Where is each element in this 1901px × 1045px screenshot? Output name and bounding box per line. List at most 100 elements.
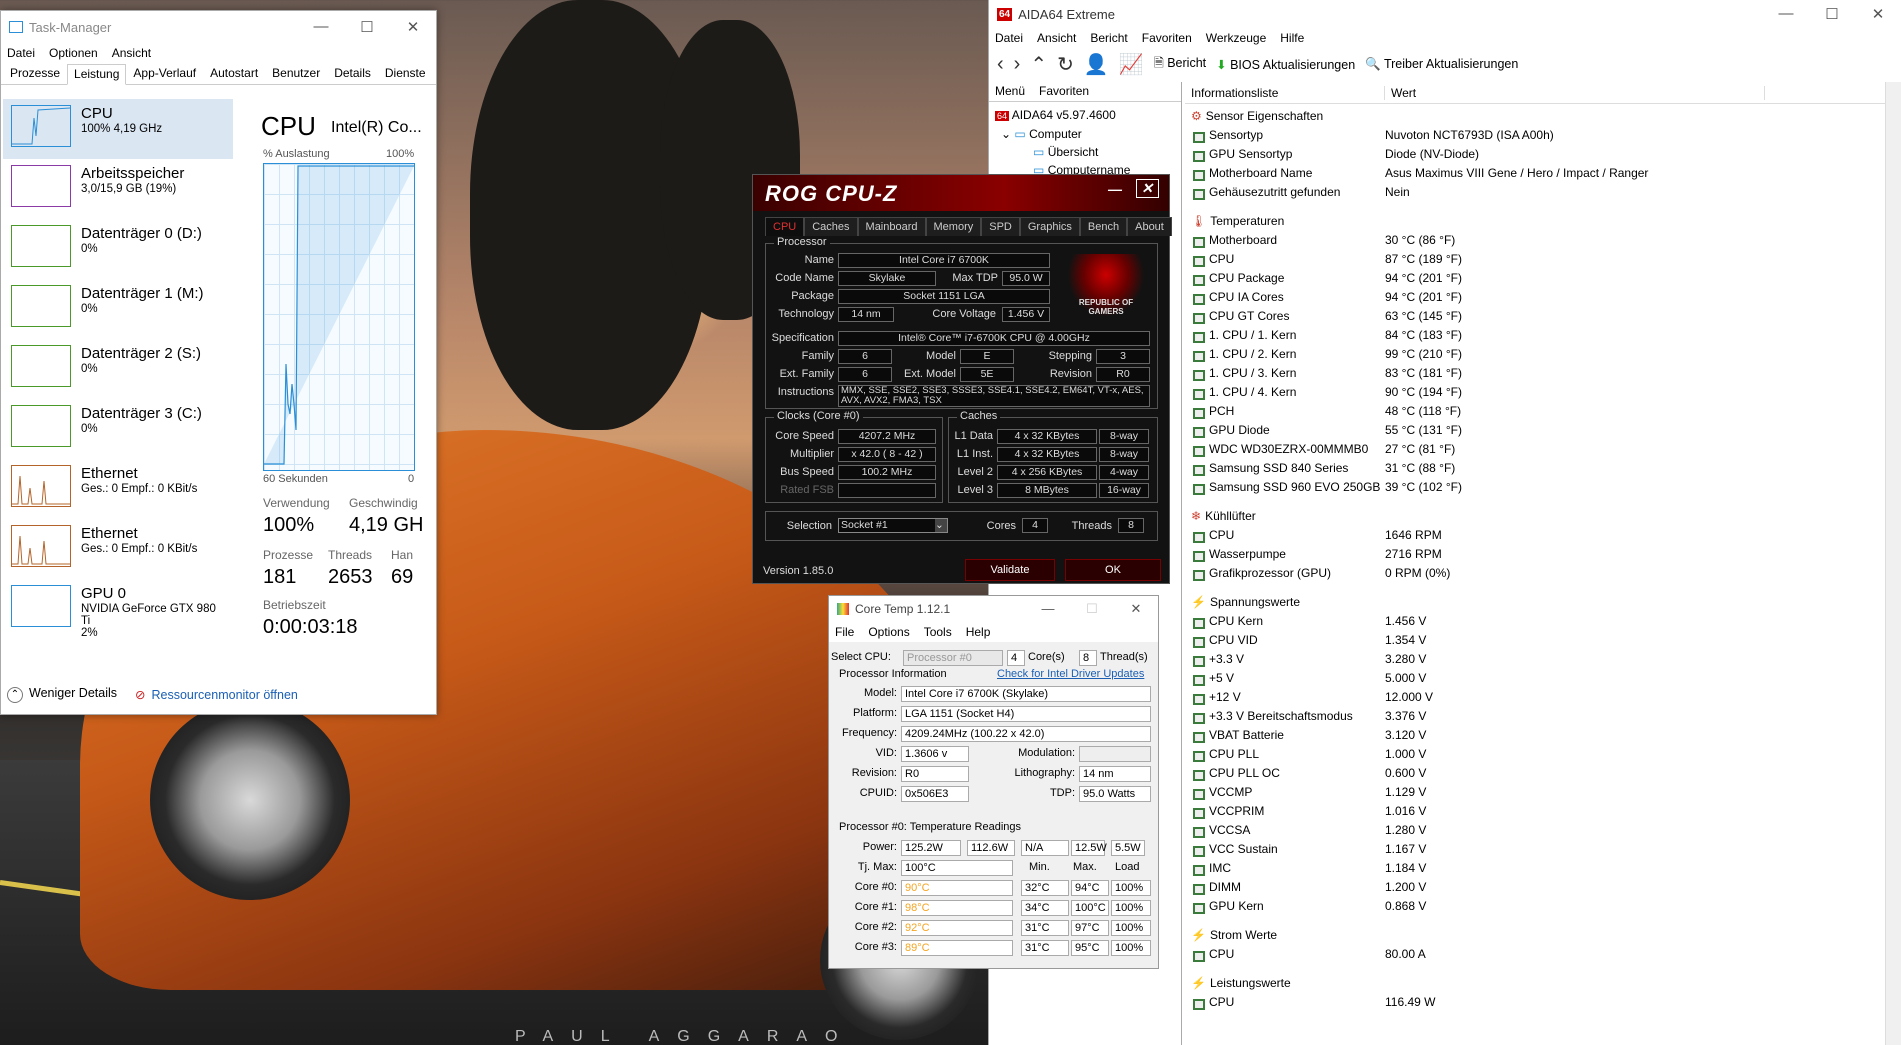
tab-caches[interactable]: Caches (804, 217, 858, 236)
tab-app-verlauf[interactable]: App-Verlauf (126, 63, 203, 84)
close-icon[interactable]: ✕ (1855, 5, 1901, 23)
menu-ansicht[interactable]: Ansicht (1037, 31, 1076, 45)
tab-details[interactable]: Details (327, 63, 378, 84)
tree-root[interactable]: 64 AIDA64 v5.97.4600 (995, 106, 1175, 125)
sensor-row[interactable]: 1. CPU / 3. Kern 83 °C (181 °F) (1185, 363, 1885, 382)
user-icon[interactable]: 👤 (1084, 52, 1109, 77)
minimize-icon[interactable]: — (1026, 601, 1070, 617)
sensor-row[interactable]: VCCMP 1.129 V (1185, 782, 1885, 801)
tab-spd[interactable]: SPD (981, 217, 1020, 236)
tab-leistung[interactable]: Leistung (67, 64, 127, 85)
sensor-row[interactable]: CPU 87 °C (189 °F) (1185, 249, 1885, 268)
menu-help[interactable]: Help (966, 625, 991, 639)
sensor-row[interactable]: +12 V 12.000 V (1185, 687, 1885, 706)
perf-item[interactable]: Datenträger 1 (M:) 0% (3, 279, 233, 339)
sensor-row[interactable]: Wasserpumpe 2716 RPM (1185, 544, 1885, 563)
menu-options[interactable]: Options (868, 625, 909, 639)
close-icon[interactable]: ✕ (1136, 179, 1159, 198)
tab-graphics[interactable]: Graphics (1019, 217, 1080, 236)
sensor-row[interactable]: Samsung SSD 960 EVO 250GB 39 °C (102 °F) (1185, 477, 1885, 496)
sensor-row[interactable]: VCC Sustain 1.167 V (1185, 839, 1885, 858)
menu-bericht[interactable]: Bericht (1090, 31, 1127, 45)
menu-ansicht[interactable]: Ansicht (112, 46, 151, 60)
tab-favoriten[interactable]: Favoriten (1039, 84, 1089, 99)
sensor-row[interactable]: CPU VID 1.354 V (1185, 630, 1885, 649)
close-icon[interactable]: ✕ (390, 18, 436, 36)
tab-mainboard[interactable]: Mainboard (857, 217, 926, 236)
sensor-row[interactable]: +3.3 V Bereitschaftsmodus 3.376 V (1185, 706, 1885, 725)
sensor-row[interactable]: 1. CPU / 4. Kern 90 °C (194 °F) (1185, 382, 1885, 401)
driver-update-link[interactable]: Check for Intel Driver Updates (997, 668, 1144, 680)
resource-monitor-link[interactable]: ⊘ Ressourcenmonitor öffnen (135, 687, 298, 702)
close-icon[interactable]: ✕ (1114, 601, 1158, 617)
validate-button[interactable]: Validate (965, 559, 1055, 581)
tree-computer[interactable]: ⌄ ▭ Computer (995, 125, 1175, 143)
sensor-row[interactable]: Grafikprozessor (GPU) 0 RPM (0%) (1185, 563, 1885, 582)
tab-cpu[interactable]: CPU (765, 217, 805, 236)
perf-item[interactable]: Arbeitsspeicher 3,0/15,9 GB (19%) (3, 159, 233, 219)
back-icon[interactable]: ‹ (997, 53, 1004, 76)
scrollbar[interactable] (1885, 82, 1901, 1045)
perf-item[interactable]: Ethernet Ges.: 0 Empf.: 0 KBit/s (3, 459, 233, 519)
chart-icon[interactable]: 📈 (1119, 52, 1144, 77)
refresh-icon[interactable]: ↻ (1057, 52, 1074, 77)
sensor-row[interactable]: DIMM 1.200 V (1185, 877, 1885, 896)
bios-update-button[interactable]: ⬇ BIOS Aktualisierungen (1216, 57, 1355, 72)
up-icon[interactable]: ⌃ (1030, 52, 1047, 77)
tab-memory[interactable]: Memory (925, 217, 982, 236)
sensor-row[interactable]: WDC WD30EZRX-00MMMB0 27 °C (81 °F) (1185, 439, 1885, 458)
menu-optionen[interactable]: Optionen (49, 46, 98, 60)
perf-item[interactable]: Datenträger 0 (D:) 0% (3, 219, 233, 279)
sensor-row[interactable]: IMC 1.184 V (1185, 858, 1885, 877)
sensor-row[interactable]: GPU Kern 0.868 V (1185, 896, 1885, 915)
maximize-icon[interactable]: ☐ (1070, 601, 1114, 617)
sensor-row[interactable]: CPU Package 94 °C (201 °F) (1185, 268, 1885, 287)
report-button[interactable]: 🗎 Bericht (1154, 54, 1206, 75)
sensor-row[interactable]: GPU Diode 55 °C (131 °F) (1185, 420, 1885, 439)
sensor-row[interactable]: VBAT Batterie 3.120 V (1185, 725, 1885, 744)
tab-dienste[interactable]: Dienste (378, 63, 433, 84)
maximize-icon[interactable]: ☐ (344, 18, 390, 36)
maximize-icon[interactable]: ☐ (1809, 5, 1855, 23)
sensor-row[interactable]: 1. CPU / 1. Kern 84 °C (183 °F) (1185, 325, 1885, 344)
perf-item[interactable]: Ethernet Ges.: 0 Empf.: 0 KBit/s (3, 519, 233, 579)
ok-button[interactable]: OK (1065, 559, 1161, 581)
col-value[interactable]: Wert (1385, 85, 1765, 100)
less-details-button[interactable]: ⌃ Weniger Details (7, 686, 117, 703)
sensor-row[interactable]: Motherboard 30 °C (86 °F) (1185, 230, 1885, 249)
tab-benutzer[interactable]: Benutzer (265, 63, 327, 84)
perf-item[interactable]: GPU 0 NVIDIA GeForce GTX 980 Ti 2% (3, 579, 233, 639)
sensor-row[interactable]: CPU IA Cores 94 °C (201 °F) (1185, 287, 1885, 306)
sensor-row[interactable]: CPU GT Cores 63 °C (145 °F) (1185, 306, 1885, 325)
perf-item[interactable]: Datenträger 3 (C:) 0% (3, 399, 233, 459)
sensor-row[interactable]: Gehäusezutritt gefunden Nein (1185, 182, 1885, 201)
tab-prozesse[interactable]: Prozesse (3, 63, 67, 84)
sensor-row[interactable]: 1. CPU / 2. Kern 99 °C (210 °F) (1185, 344, 1885, 363)
sensor-row[interactable]: Samsung SSD 840 Series 31 °C (88 °F) (1185, 458, 1885, 477)
tab-menu[interactable]: Menü (995, 84, 1025, 99)
sensor-row[interactable]: CPU Kern 1.456 V (1185, 611, 1885, 630)
menu-datei[interactable]: Datei (7, 46, 35, 60)
sensor-row[interactable]: CPU 116.49 W (1185, 992, 1885, 1011)
sensor-row[interactable]: CPU PLL OC 0.600 V (1185, 763, 1885, 782)
menu-tools[interactable]: Tools (924, 625, 952, 639)
minimize-icon[interactable]: — (298, 18, 344, 36)
driver-update-button[interactable]: 🔍 Treiber Aktualisierungen (1365, 57, 1518, 72)
sensor-row[interactable]: VCCPRIM 1.016 V (1185, 801, 1885, 820)
tab-autostart[interactable]: Autostart (203, 63, 265, 84)
menu-werkzeuge[interactable]: Werkzeuge (1206, 31, 1266, 45)
sensor-row[interactable]: Motherboard Name Asus Maximus VIII Gene /… (1185, 163, 1885, 182)
tree-overview[interactable]: ▭ Übersicht (995, 143, 1175, 161)
sensor-row[interactable]: +5 V 5.000 V (1185, 668, 1885, 687)
sensor-row[interactable]: +3.3 V 3.280 V (1185, 649, 1885, 668)
perf-item[interactable]: Datenträger 2 (S:) 0% (3, 339, 233, 399)
perf-item[interactable]: CPU 100% 4,19 GHz (3, 99, 233, 159)
forward-icon[interactable]: › (1014, 53, 1021, 76)
minimize-icon[interactable]: — (1763, 5, 1809, 23)
menu-file[interactable]: File (835, 625, 854, 639)
sensor-row[interactable]: CPU 1646 RPM (1185, 525, 1885, 544)
menu-datei[interactable]: Datei (995, 31, 1023, 45)
sensor-row[interactable]: PCH 48 °C (118 °F) (1185, 401, 1885, 420)
tab-about[interactable]: About (1127, 217, 1172, 236)
sensor-row[interactable]: VCCSA 1.280 V (1185, 820, 1885, 839)
